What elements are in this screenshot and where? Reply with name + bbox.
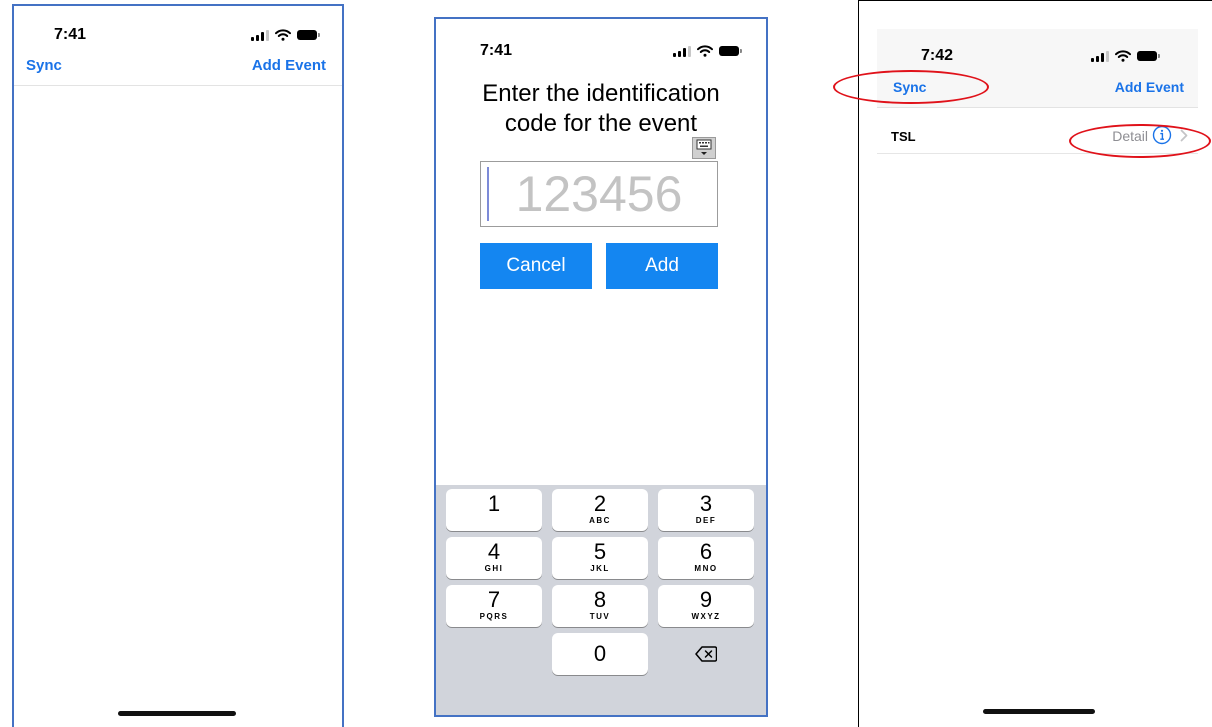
status-bar: 7:41: [14, 26, 342, 50]
add-event-button[interactable]: Add Event: [252, 57, 326, 74]
delete-key[interactable]: [658, 633, 754, 675]
nav-divider: [14, 85, 342, 86]
phone-screen-enter-code: 7:41 Enter the identification code for t…: [434, 17, 768, 717]
key-9[interactable]: 9 WXYZ: [658, 585, 754, 627]
cellular-signal-icon: [251, 29, 269, 41]
status-time: 7:41: [480, 42, 513, 59]
code-prompt-line-1: Enter the identification: [482, 80, 720, 107]
system-icons: [673, 45, 742, 57]
battery-icon: [297, 30, 320, 40]
cellular-signal-icon: [673, 45, 691, 57]
wifi-icon: [275, 29, 291, 41]
event-title: TSL: [891, 129, 916, 144]
home-indicator[interactable]: [118, 711, 236, 716]
backspace-icon: [695, 646, 717, 662]
identification-code-input[interactable]: [480, 161, 718, 227]
key-3[interactable]: 3 DEF: [658, 489, 754, 531]
cellular-signal-icon: [1091, 50, 1109, 62]
detail-highlight-oval: [1069, 124, 1211, 158]
cancel-button[interactable]: Cancel: [480, 243, 592, 289]
numeric-keypad: 1 2 ABC 3 DEF 4 GHI 5 JKL 6 MNO 7 PQRS 8 TUV 9W…: [436, 485, 766, 715]
nav-divider: [877, 107, 1198, 108]
code-prompt-line-2: code for the event: [504, 110, 698, 137]
key-4[interactable]: 4 GHI: [446, 537, 542, 579]
battery-icon: [719, 46, 742, 56]
key-5[interactable]: 5 JKL: [552, 537, 648, 579]
key-2[interactable]: 2 ABC: [552, 489, 648, 531]
text-cursor: [487, 167, 489, 221]
system-icons: [1091, 50, 1160, 62]
phone-screen-empty-list: 7:41 Sync Add Event: [12, 4, 344, 727]
sync-highlight-oval: [833, 70, 989, 104]
key-7[interactable]: 7 PQRS: [446, 585, 542, 627]
key-6[interactable]: 6 MNO: [658, 537, 754, 579]
system-icons: [251, 29, 320, 41]
add-button[interactable]: Add: [606, 243, 718, 289]
key-0[interactable]: 0: [552, 633, 648, 675]
battery-icon: [1137, 51, 1160, 61]
status-time: 7:41: [54, 26, 87, 43]
status-time: 7:42: [921, 47, 954, 64]
wifi-icon: [697, 45, 713, 57]
phone-screen-event-list: 7:42 Sync Add Event TSL Detail: [858, 0, 1212, 727]
keyboard-toggle-icon[interactable]: [692, 137, 716, 159]
key-8[interactable]: 8 TUV: [552, 585, 648, 627]
wifi-icon: [1115, 50, 1131, 62]
key-1[interactable]: 1: [446, 489, 542, 531]
home-indicator[interactable]: [983, 709, 1095, 714]
status-bar: 7:42: [859, 47, 1212, 71]
sync-button[interactable]: Sync: [26, 57, 62, 74]
add-event-button[interactable]: Add Event: [1115, 79, 1184, 95]
status-bar: 7:41: [436, 42, 766, 66]
